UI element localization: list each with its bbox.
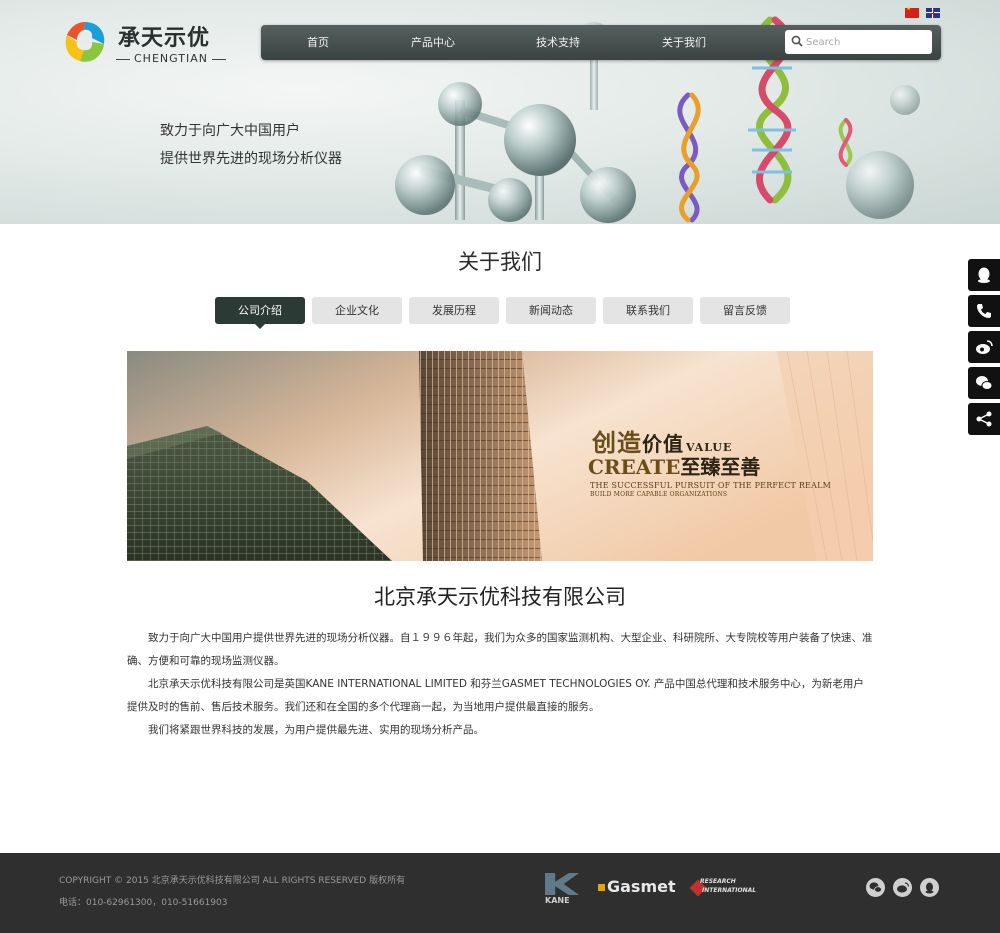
wechat-button[interactable]: [968, 367, 1000, 399]
footer-qq-button[interactable]: [920, 878, 939, 897]
main-nav: 首页 产品中心 技术支持 关于我们: [261, 25, 941, 60]
footer-weibo-button[interactable]: [893, 878, 912, 897]
footer-wechat-button[interactable]: [866, 878, 885, 897]
banner-tagline-1: THE SUCCESSFUL PURSUIT OF THE PERFECT RE…: [590, 481, 831, 490]
nav-item-home[interactable]: 首页: [283, 25, 353, 60]
qq-icon: [925, 882, 934, 894]
wechat-icon: [976, 376, 993, 390]
kane-label: KANE: [545, 896, 570, 905]
tab-history[interactable]: 发展历程: [409, 297, 499, 324]
page: 承天示优 CHENGTIAN 首页 产品中心 技术支持 关于我们: [0, 0, 1000, 933]
ri-label-1: RESEARCH: [700, 878, 736, 885]
hero-banner: 承天示优 CHENGTIAN 首页 产品中心 技术支持 关于我们: [0, 0, 1000, 224]
qq-button[interactable]: [968, 259, 1000, 291]
search-box: [785, 30, 932, 54]
brand-name-cn: 承天示优: [118, 26, 211, 51]
tab-company-intro[interactable]: 公司介绍: [215, 297, 305, 329]
logo[interactable]: 承天示优 CHENGTIAN: [62, 18, 232, 72]
section-title: 关于我们: [458, 250, 542, 274]
share-button[interactable]: [968, 403, 1000, 435]
uk-flag-icon[interactable]: [926, 8, 940, 18]
intro-paragraph: 我们将紧跟世界科技的发展，为用户提供最先进、实用的现场分析产品。: [148, 724, 484, 736]
tab-contact[interactable]: 联系我们: [603, 297, 693, 324]
banner-tagline-2: BUILD MORE CAPABLE ORGANIZATIONS: [590, 491, 728, 498]
qq-icon: [978, 267, 990, 283]
company-name: 北京承天示优科技有限公司: [374, 585, 626, 609]
logo-mark-icon: [65, 22, 105, 62]
skyscraper-illustration: [127, 351, 873, 561]
company-intro: 致力于向广大中国用户提供世界先进的现场分析仪器。自１９９６年起，我们为众多的国家…: [127, 627, 873, 742]
copyright-text: COPYRIGHT © 2015 北京承天示优科技有限公司 ALL RIGHTS…: [59, 876, 406, 886]
banner-headline-2a: CREATE: [588, 455, 681, 479]
banner-headline-2: CREATE至臻至善: [588, 451, 760, 480]
tab-feedback[interactable]: 留言反馈: [700, 297, 790, 324]
search-icon[interactable]: [791, 35, 803, 47]
search-input[interactable]: [806, 33, 926, 51]
banner-headline-2b: 至臻至善: [680, 455, 761, 479]
wechat-icon: [869, 882, 882, 893]
share-icon: [976, 411, 992, 427]
intro-paragraph: 致力于向广大中国用户提供世界先进的现场分析仪器。自１９９６年起，我们为众多的国家…: [127, 632, 873, 667]
weibo-icon: [976, 340, 993, 354]
phone-text: 电话：010-62961300，010-51661903: [59, 898, 228, 908]
gasmet-label: Gasmet: [607, 877, 676, 896]
hero-slogan-line1: 致力于向广大中国用户: [160, 123, 300, 139]
phone-icon: [977, 304, 991, 318]
nav-item-support[interactable]: 技术支持: [523, 25, 593, 60]
china-flag-icon[interactable]: [905, 5, 919, 18]
brand-name-en: CHENGTIAN: [112, 52, 230, 65]
hero-slogan: 致力于向广大中国用户 提供世界先进的现场分析仪器: [160, 117, 342, 173]
kane-k-icon: [545, 873, 579, 895]
phone-button[interactable]: [968, 295, 1000, 327]
hero-slogan-line2: 提供世界先进的现场分析仪器: [160, 151, 342, 167]
weibo-icon: [897, 882, 909, 893]
gasmet-dot-icon: [598, 884, 605, 891]
footer: COPYRIGHT © 2015 北京承天示优科技有限公司 ALL RIGHTS…: [0, 853, 1000, 933]
weibo-button[interactable]: [968, 331, 1000, 363]
gasmet-logo[interactable]: Gasmet: [598, 873, 680, 907]
kane-logo[interactable]: KANE: [545, 873, 581, 907]
nav-item-products[interactable]: 产品中心: [398, 25, 468, 60]
nav-item-about[interactable]: 关于我们: [649, 25, 719, 60]
about-banner-image: 创造价值 VALUE CREATE至臻至善 THE SUCCESSFUL PURS…: [127, 351, 873, 561]
intro-paragraph: 北京承天示优科技有限公司是英国KANE INTERNATIONAL LIMITE…: [127, 678, 864, 713]
ri-label-2: INTERNATIONAL: [702, 887, 757, 894]
tab-culture[interactable]: 企业文化: [312, 297, 402, 324]
research-international-logo[interactable]: RESEARCH INTERNATIONAL: [689, 873, 758, 907]
tab-news[interactable]: 新闻动态: [506, 297, 596, 324]
